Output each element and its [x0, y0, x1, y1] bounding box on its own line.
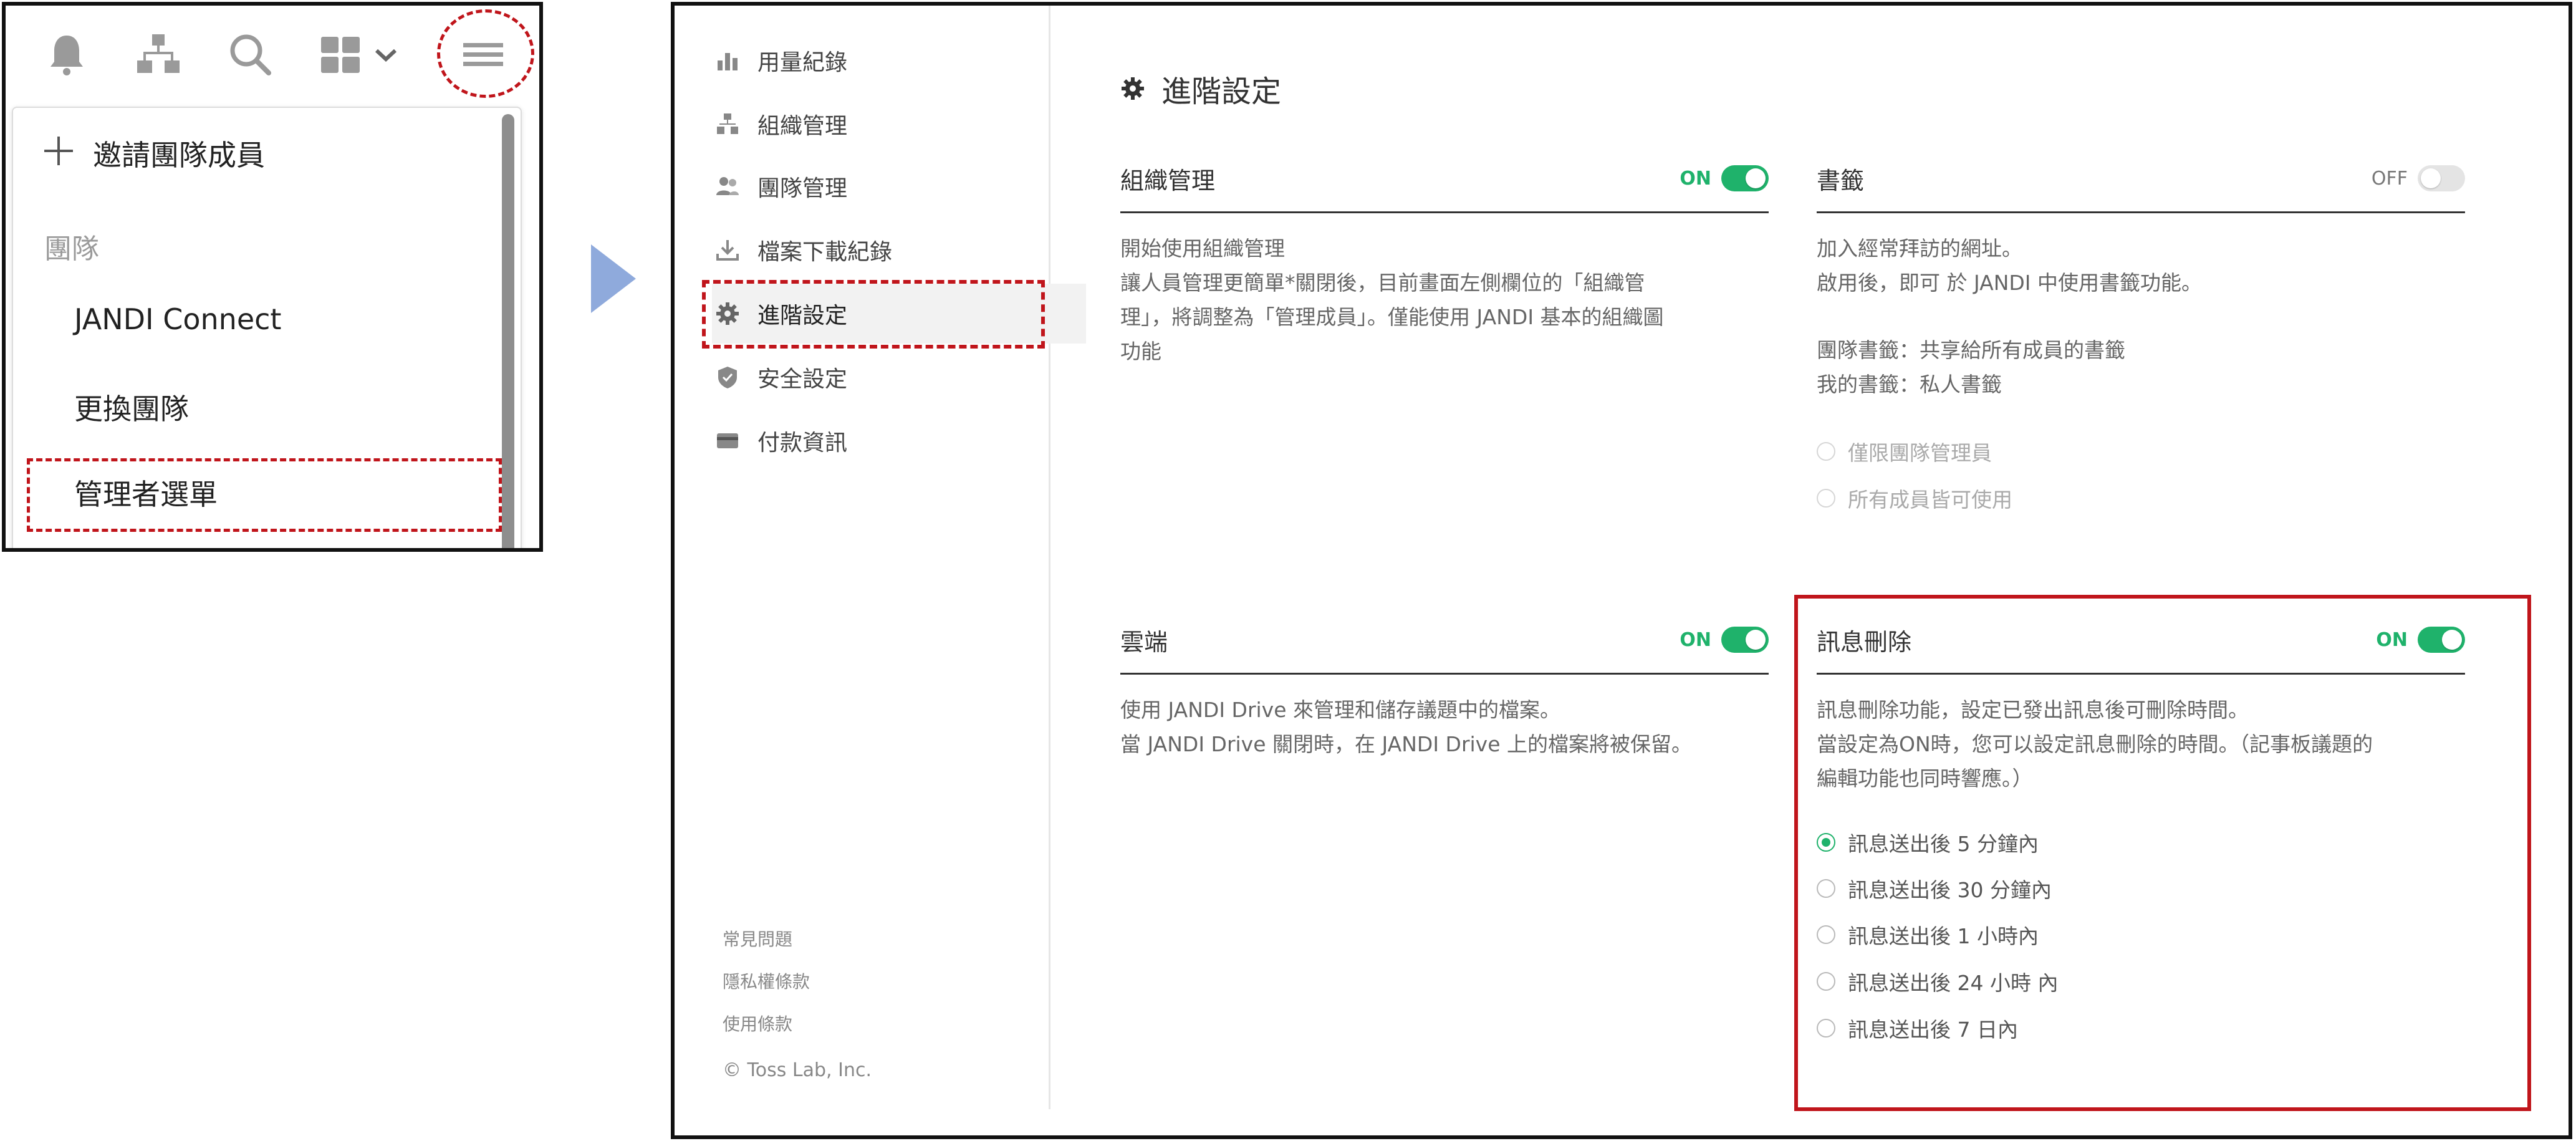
- page-title: 進階設定: [1120, 67, 1281, 110]
- bell-icon[interactable]: [42, 29, 92, 79]
- cloud-card: 雲端 ON 使用 JANDI Drive 來管理和儲存議題中的檔案。 當 JAN…: [1120, 623, 1769, 810]
- card-description-line: 啟用後，即可 於 JANDI 中使用書籤功能。: [1817, 271, 2203, 295]
- card-description-line: 加入經常拜訪的網址。: [1817, 236, 2022, 261]
- bookmark-option-all[interactable]: 所有成員皆可使用: [1817, 483, 2012, 513]
- toggle-state-label: ON: [1680, 167, 1711, 190]
- sidebar-item-label: 安全設定: [757, 367, 848, 392]
- radio-label: 所有成員皆可使用: [1848, 488, 2012, 512]
- card-icon: [715, 428, 740, 453]
- card-description-line: 使用 JANDI Drive 來管理和儲存議題中的檔案。: [1120, 698, 1561, 722]
- jandi-connect-item[interactable]: JANDI Connect: [74, 302, 281, 336]
- sidebar-item-label: 用量紀錄: [757, 50, 848, 75]
- sidebar-item-payment[interactable]: 付款資訊: [715, 422, 847, 460]
- sidebar-item-org[interactable]: 組織管理: [715, 105, 847, 143]
- shield-icon: [715, 365, 740, 390]
- card-description-line: 讓人員管理更簡單*關閉後，目前畫面左側欄位的「組織管: [1120, 271, 1645, 295]
- card-description-line: 團隊書籤：共享給所有成員的書籤: [1817, 338, 2125, 362]
- org-chart-icon: [715, 112, 740, 137]
- advanced-settings-highlight-box: [702, 280, 1045, 349]
- sidebar-item-label: 檔案下載紀錄: [757, 239, 893, 265]
- bookmark-card: 書籤 OFF 加入經常拜訪的網址。 啟用後，即可 於 JANDI 中使用書籤功能…: [1817, 161, 2465, 536]
- card-description-line: 開始使用組織管理: [1120, 236, 1285, 261]
- card-description-line: 當 JANDI Drive 關閉時，在 JANDI Drive 上的檔案將被保留…: [1120, 732, 1693, 756]
- card-description-line: 功能: [1120, 339, 1161, 363]
- bookmark-toggle[interactable]: OFF: [2372, 165, 2465, 191]
- bar-chart-icon: [715, 48, 740, 73]
- toggle-state-label: ON: [1680, 628, 1711, 651]
- card-description-line: 我的書籤：私人書籤: [1817, 372, 2002, 397]
- admin-menu-highlight-box: [27, 458, 502, 532]
- org-management-card: 組織管理 ON 開始使用組織管理 讓人員管理更簡單*關閉後，目前畫面左側欄位的「…: [1120, 161, 1769, 411]
- sidebar-item-label: 團隊管理: [757, 176, 848, 201]
- radio-button[interactable]: [1817, 489, 1835, 508]
- footer-faq-link[interactable]: 常見問題: [723, 926, 792, 951]
- chevron-down-icon[interactable]: [370, 29, 401, 79]
- card-description-line: 理」，將調整為「管理成員」。僅能使用 JANDI 基本的組織圖: [1120, 305, 1664, 329]
- card-title: 組織管理: [1120, 167, 1216, 195]
- settings-screenshot-panel: 用量紀錄 組織管理 團隊管理 檔案下載紀錄 進階設定 安全設定 付款資訊 常見問…: [671, 2, 2572, 1139]
- radio-button[interactable]: [1817, 442, 1835, 461]
- page-title-text: 進階設定: [1161, 74, 1282, 109]
- sidebar-item-security[interactable]: 安全設定: [715, 359, 847, 396]
- bookmark-option-admins[interactable]: 僅限團隊管理員: [1817, 436, 1992, 466]
- switch-team-item[interactable]: 更換團隊: [74, 387, 189, 428]
- footer-privacy-link[interactable]: 隱私權條款: [723, 968, 810, 993]
- hamburger-highlight-circle: [437, 9, 534, 98]
- toggle-switch[interactable]: [1721, 165, 1769, 191]
- team-section-label: 團隊: [44, 233, 99, 265]
- sidebar-item-download-log[interactable]: 檔案下載紀錄: [715, 231, 892, 269]
- arrow-right-icon: [591, 244, 636, 313]
- card-header: 書籤 OFF: [1817, 161, 2465, 213]
- card-header: 組織管理 ON: [1120, 161, 1769, 213]
- org-chart-icon[interactable]: [133, 29, 183, 79]
- org-toggle[interactable]: ON: [1680, 165, 1769, 191]
- sidebar-item-label: 組織管理: [757, 113, 848, 139]
- plus-icon: [44, 137, 73, 165]
- toggle-switch[interactable]: [2418, 165, 2465, 191]
- sidebar-item-label: 付款資訊: [757, 430, 848, 456]
- invite-members-item[interactable]: 邀請團隊成員: [93, 133, 265, 174]
- grid-icon[interactable]: [316, 29, 366, 79]
- admin-sidebar: 用量紀錄 組織管理 團隊管理 檔案下載紀錄 進階設定 安全設定 付款資訊 常見問…: [675, 6, 1086, 1109]
- header-dropdown-menu: 邀請團隊成員 團隊 JANDI Connect 更換團隊 管理者選單: [12, 107, 522, 548]
- toggle-switch[interactable]: [1721, 627, 1769, 653]
- card-title: 書籤: [1817, 167, 1865, 195]
- dropdown-scrollbar[interactable]: [502, 114, 514, 548]
- download-icon: [715, 238, 740, 262]
- message-delete-highlight-box: [1794, 595, 2531, 1111]
- footer-terms-link[interactable]: 使用條款: [723, 1011, 792, 1036]
- menu-screenshot-panel: 邀請團隊成員 團隊 JANDI Connect 更換團隊 管理者選單: [2, 2, 543, 552]
- sidebar-item-usage[interactable]: 用量紀錄: [715, 42, 847, 79]
- card-header: 雲端 ON: [1120, 623, 1769, 675]
- gear-icon: [1120, 76, 1145, 101]
- cloud-toggle[interactable]: ON: [1680, 627, 1769, 653]
- sidebar-item-team[interactable]: 團隊管理: [715, 168, 847, 205]
- team-icon: [715, 174, 740, 199]
- copyright-text: © Toss Lab, Inc.: [723, 1059, 872, 1081]
- search-icon[interactable]: [225, 29, 275, 79]
- card-title: 雲端: [1120, 628, 1168, 656]
- toggle-state-label: OFF: [2371, 167, 2408, 190]
- radio-label: 僅限團隊管理員: [1848, 441, 1992, 465]
- top-toolbar: [6, 6, 539, 102]
